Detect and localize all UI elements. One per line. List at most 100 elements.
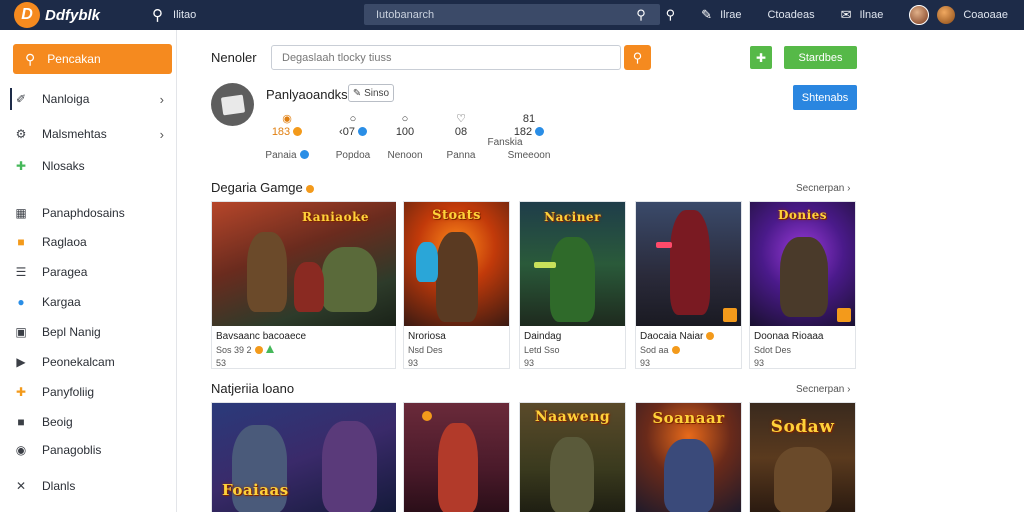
stat-6: 81 182 Smeeoon: [499, 113, 559, 161]
game-card[interactable]: [403, 402, 510, 512]
sidebar-item-5[interactable]: ■ Raglaoa: [12, 231, 172, 253]
sidebar-search-button[interactable]: ⚲ Pencakan: [13, 44, 172, 74]
top-search-bar[interactable]: Iutobanarch ⚲: [364, 4, 660, 25]
top-nav-link-2[interactable]: Ctoadeas: [767, 9, 814, 21]
game-card-art: Raniaoke: [212, 202, 396, 326]
game-card-art: Soanaar: [636, 403, 741, 512]
game-card-art: Foaiaas: [212, 403, 396, 512]
stat-2: ○ ‹07 Popdoa: [323, 113, 383, 161]
chevron-right-icon: ›: [159, 91, 164, 107]
logo-icon: D: [14, 2, 40, 28]
blue-action-button[interactable]: Shtenabs: [793, 85, 857, 110]
game-card[interactable]: Foaiaas: [211, 402, 396, 512]
top-nav-link-1[interactable]: Ilrae: [720, 9, 741, 21]
game-card-art: [636, 202, 741, 326]
sidebar-item-label: Raglaoa: [42, 235, 87, 249]
game-card-art: Sodaw: [750, 403, 855, 512]
game-card-rating: 93: [754, 358, 765, 368]
puzzle-icon: ✚: [15, 159, 27, 173]
stat-3: ○ 100 Nenoon: [375, 113, 435, 161]
document-icon: ▣: [15, 325, 27, 339]
game-card-art: [404, 403, 509, 512]
game-card[interactable]: Soanaar: [635, 402, 742, 512]
game-card-meta: Sod aa: [640, 345, 741, 355]
profile-name: Panlyaoandks: [266, 87, 348, 102]
filter-search-button[interactable]: ⚲: [624, 45, 651, 70]
sidebar-item-label: Paragea: [42, 265, 88, 279]
game-card[interactable]: Donies Doonaa Rioaaa Sdot Des 93: [749, 201, 856, 369]
section-title-1: Degaria Gamge: [211, 180, 314, 195]
search-icon[interactable]: ⚲: [152, 6, 163, 24]
main-content: Nenoler Degaslaah tlocky tiuss ⚲ ✚ Stard…: [177, 30, 1024, 512]
game-card-title: Doonaa Rioaaa: [754, 331, 824, 342]
sidebar-item-label: Malsmehtas: [42, 127, 107, 141]
user-icon: ○: [401, 113, 409, 125]
game-card-title: Daocaia Naiar: [640, 331, 741, 342]
sidebar-item-label: Kargaa: [42, 295, 81, 309]
sidebar-item-9[interactable]: ▶ Peonekalcam: [12, 351, 172, 373]
game-card-art: Naaweng: [520, 403, 625, 512]
rating-badge-icon: [723, 308, 737, 322]
game-card-art: Naciner: [520, 202, 625, 326]
top-nav-link-3[interactable]: Ilnae: [859, 9, 883, 21]
chevron-right-icon: ›: [159, 126, 164, 142]
game-card-rating: 93: [524, 358, 535, 368]
plus-icon: ✚: [755, 50, 767, 65]
user-name[interactable]: Coaoaae: [963, 9, 1008, 21]
sidebar-item-8[interactable]: ▣ Bepl Nanig: [12, 321, 172, 343]
profile-tag-label: Sinso: [364, 87, 390, 99]
filter-input[interactable]: Degaslaah tlocky tiuss: [271, 45, 621, 70]
sidebar-item-10[interactable]: ✚ Panyfoliig: [12, 381, 172, 403]
top-search-input[interactable]: Iutobanarch: [376, 9, 622, 21]
edit-icon[interactable]: ✎: [701, 7, 712, 23]
game-card-art: Stoats: [404, 202, 509, 326]
game-card-rating: 93: [640, 358, 651, 368]
logo-text: Ddfyblk: [45, 6, 101, 24]
stat-label: Panna: [446, 150, 476, 161]
user-avatar[interactable]: [909, 5, 930, 25]
logo[interactable]: D Ddfyblk: [14, 2, 100, 28]
game-card[interactable]: Naciner Daindag Letd Sso 93: [519, 201, 626, 369]
section-more-link-1[interactable]: Secnerpan ›: [796, 183, 850, 194]
sidebar-item-3[interactable]: ✚ Nlosaks: [12, 155, 172, 177]
gear-icon: ⚙: [15, 127, 27, 141]
sidebar-item-label: Panyfoliig: [42, 385, 95, 399]
sidebar-item-11[interactable]: ■ Beoig: [12, 411, 172, 433]
game-card-art: Donies: [750, 202, 855, 326]
mail-icon[interactable]: ✉: [841, 7, 852, 23]
sidebar-item-7[interactable]: ● Kargaa: [12, 291, 172, 313]
top-bar: D Ddfyblk ⚲ Ilitao Iutobanarch ⚲ ⚲ ✎ Ilr…: [0, 0, 1024, 30]
profile-tag[interactable]: ✎ Sinso: [348, 84, 394, 102]
sidebar-item-4[interactable]: ▦ Panaphdosains: [12, 202, 172, 224]
folder-icon: ■: [17, 235, 25, 249]
add-icon-button[interactable]: ✚: [750, 46, 772, 69]
profile-avatar-small[interactable]: [937, 6, 956, 24]
game-card[interactable]: Raniaoke Bavsaanc bacoaece Sos 39 2 53: [211, 201, 396, 369]
game-card[interactable]: Daocaia Naiar Sod aa 93: [635, 201, 742, 369]
profile-avatar[interactable]: [211, 83, 254, 126]
stat-label: Smeeoon: [507, 150, 551, 161]
sidebar-item-6[interactable]: ☰ Paragea: [12, 261, 172, 283]
top-search-button[interactable]: ⚲: [622, 4, 660, 25]
game-card[interactable]: Naaweng: [519, 402, 626, 512]
sidebar-item-2[interactable]: ⚙ Malsmehtas ›: [12, 123, 172, 145]
top-link[interactable]: Ilitao: [173, 9, 196, 21]
sidebar-item-1[interactable]: ✐ Nanloiga ›: [12, 88, 172, 110]
stat-value: 182: [499, 126, 559, 138]
game-card-rating: 93: [408, 358, 419, 368]
game-card-title: Nroriosa: [408, 331, 446, 342]
search-icon: ⚲: [25, 50, 36, 67]
clock-icon: ○: [349, 113, 357, 125]
sidebar-item-12[interactable]: ◉ Panagoblis: [12, 439, 172, 461]
stat-1: ◉ 183 Panaia: [257, 113, 317, 161]
zoom-icon[interactable]: ⚲: [666, 7, 676, 23]
green-action-button[interactable]: Stardbes: [784, 46, 857, 69]
game-card[interactable]: Sodaw: [749, 402, 856, 512]
stat-label: Nenoon: [387, 150, 423, 161]
section-more-link-2[interactable]: Secnerpan ›: [796, 384, 850, 395]
game-card[interactable]: Stoats Nroriosa Nsd Des 93: [403, 201, 510, 369]
rating-badge-icon: [837, 308, 851, 322]
sidebar-item-13[interactable]: ✕ Dlanls: [12, 475, 172, 497]
sidebar-item-label: Bepl Nanig: [42, 325, 101, 339]
list-icon: ☰: [15, 265, 27, 279]
